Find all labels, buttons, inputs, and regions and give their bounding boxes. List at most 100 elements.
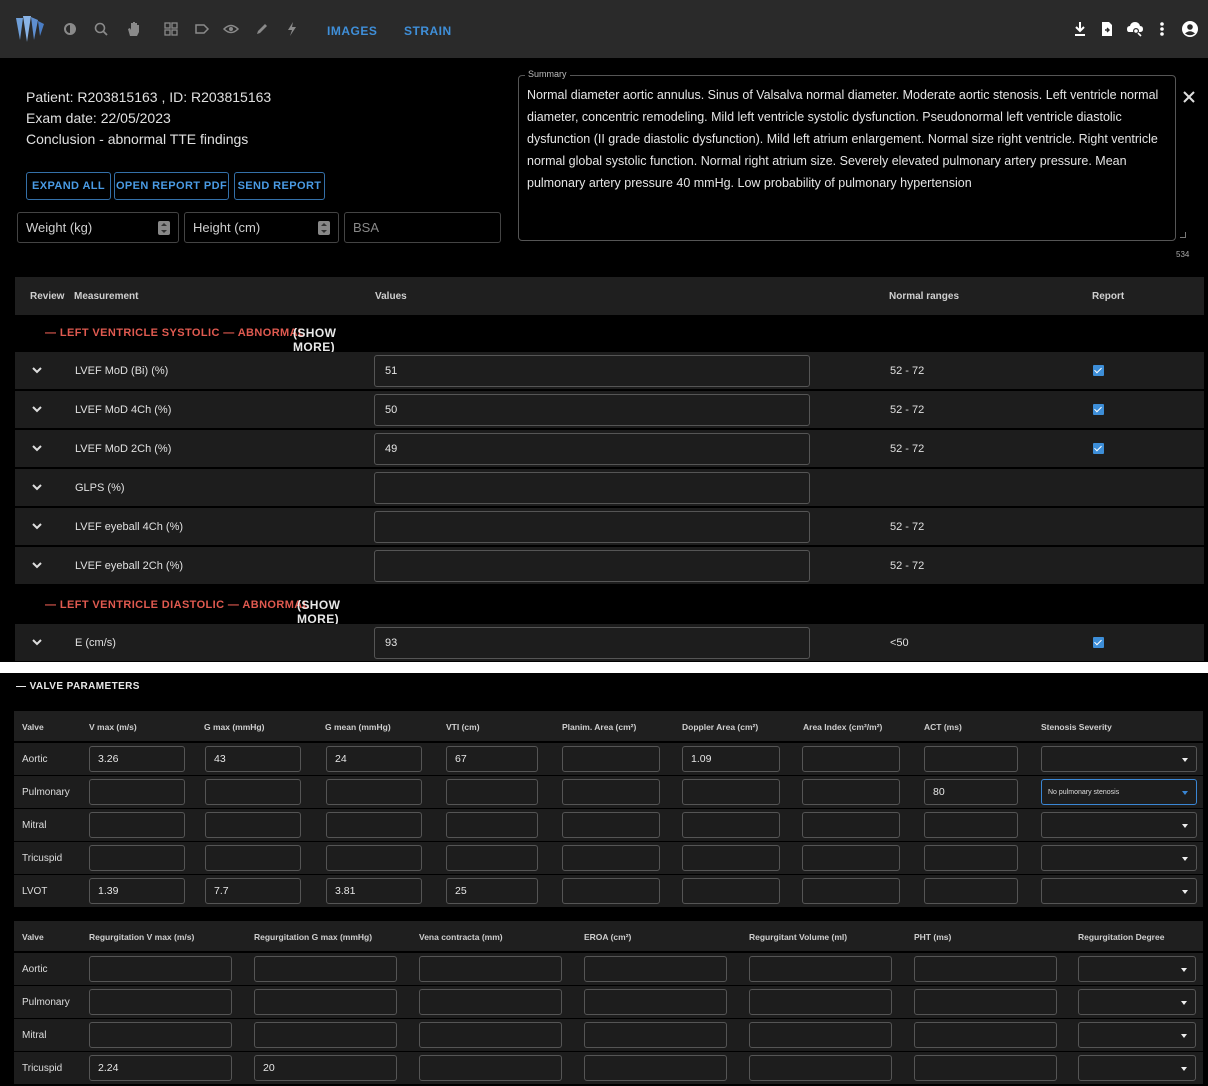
summary-text[interactable]: Normal diameter aortic annulus. Sinus of… xyxy=(527,84,1169,194)
tab-strain[interactable]: STRAIN xyxy=(404,24,452,38)
regurgitation-input[interactable] xyxy=(749,989,892,1015)
stenosis-input[interactable] xyxy=(924,746,1018,772)
stenosis-input[interactable] xyxy=(446,845,538,871)
regurgitation-input[interactable]: 20 xyxy=(254,1055,397,1081)
stenosis-input[interactable] xyxy=(924,845,1018,871)
stenosis-input[interactable] xyxy=(682,779,780,805)
regurgitation-input[interactable] xyxy=(254,989,397,1015)
chevron-down-icon[interactable] xyxy=(31,636,43,648)
stenosis-input[interactable] xyxy=(682,878,780,904)
regurgitation-input[interactable] xyxy=(584,1022,727,1048)
weight-field[interactable]: Weight (kg) xyxy=(17,212,179,243)
stenosis-input[interactable] xyxy=(802,746,900,772)
stenosis-input[interactable] xyxy=(802,845,900,871)
dropdown-arrow-icon[interactable] xyxy=(1182,890,1188,894)
stenosis-input[interactable] xyxy=(326,812,422,838)
value-input[interactable] xyxy=(374,550,810,582)
dropdown-arrow-icon[interactable] xyxy=(1181,1034,1187,1038)
stenosis-input[interactable] xyxy=(562,878,660,904)
chevron-down-icon[interactable] xyxy=(31,559,43,571)
regurgitation-input[interactable] xyxy=(419,1022,562,1048)
stenosis-input[interactable] xyxy=(802,878,900,904)
value-input[interactable]: 93 xyxy=(374,627,810,659)
regurgitation-degree-select[interactable] xyxy=(1078,1022,1196,1048)
regurgitation-input[interactable] xyxy=(419,1055,562,1081)
stenosis-input[interactable]: 67 xyxy=(446,746,538,772)
stenosis-input[interactable] xyxy=(446,812,538,838)
height-field[interactable]: Height (cm) xyxy=(184,212,339,243)
valve-section-title[interactable]: — VALVE PARAMETERS xyxy=(16,681,140,692)
dropdown-arrow-icon[interactable] xyxy=(1182,824,1188,828)
account-icon[interactable] xyxy=(1180,19,1200,39)
regurgitation-input[interactable] xyxy=(584,1055,727,1081)
stenosis-input[interactable] xyxy=(446,779,538,805)
stenosis-input[interactable] xyxy=(326,779,422,805)
regurgitation-input[interactable] xyxy=(419,989,562,1015)
chevron-down-icon[interactable] xyxy=(31,364,43,376)
stenosis-input[interactable] xyxy=(562,779,660,805)
chevron-down-icon[interactable] xyxy=(31,403,43,415)
stenosis-input[interactable] xyxy=(205,812,301,838)
stenosis-severity-select[interactable] xyxy=(1041,746,1197,772)
stenosis-input[interactable]: 1.39 xyxy=(89,878,185,904)
open-report-pdf-button[interactable]: OPEN REPORT PDF xyxy=(114,172,229,200)
pencil-icon[interactable] xyxy=(253,20,271,38)
regurgitation-input[interactable] xyxy=(749,956,892,982)
chevron-down-icon[interactable] xyxy=(31,481,43,493)
stenosis-severity-select[interactable] xyxy=(1041,878,1197,904)
regurgitation-input[interactable] xyxy=(584,989,727,1015)
expand-all-button[interactable]: EXPAND ALL xyxy=(26,172,111,200)
regurgitation-input[interactable] xyxy=(749,1055,892,1081)
report-checkbox[interactable] xyxy=(1093,365,1104,376)
stenosis-input[interactable] xyxy=(562,812,660,838)
regurgitation-input[interactable] xyxy=(914,1022,1057,1048)
label-tag-icon[interactable] xyxy=(193,20,211,38)
regurgitation-input[interactable] xyxy=(89,989,232,1015)
pan-hand-icon[interactable] xyxy=(125,20,143,38)
stenosis-input[interactable] xyxy=(89,845,185,871)
value-input[interactable]: 51 xyxy=(374,355,810,387)
regurgitation-degree-select[interactable] xyxy=(1078,956,1196,982)
stenosis-input[interactable] xyxy=(205,845,301,871)
stenosis-input[interactable]: 3.81 xyxy=(326,878,422,904)
dropdown-arrow-icon[interactable] xyxy=(1182,758,1188,762)
file-export-icon[interactable] xyxy=(1097,19,1117,39)
section-lv-diastolic[interactable]: — LEFT VENTRICLE DIASTOLIC — ABNORMAL (S… xyxy=(45,598,340,626)
summary-textarea[interactable]: Summary Normal diameter aortic annulus. … xyxy=(518,69,1176,241)
send-report-button[interactable]: SEND REPORT xyxy=(234,172,325,200)
weight-stepper-icon[interactable] xyxy=(158,221,170,235)
value-input[interactable] xyxy=(374,511,810,543)
regurgitation-input[interactable] xyxy=(584,956,727,982)
stenosis-input[interactable]: 24 xyxy=(326,746,422,772)
stenosis-input[interactable]: 25 xyxy=(446,878,538,904)
brightness-icon[interactable] xyxy=(61,20,79,38)
chevron-down-icon[interactable] xyxy=(31,520,43,532)
more-vertical-icon[interactable] xyxy=(1152,19,1172,39)
regurgitation-input[interactable] xyxy=(89,956,232,982)
regurgitation-degree-select[interactable] xyxy=(1078,989,1196,1015)
stenosis-input[interactable] xyxy=(89,779,185,805)
stenosis-severity-select[interactable] xyxy=(1041,812,1197,838)
value-input[interactable] xyxy=(374,472,810,504)
show-more-link[interactable]: (SHOW MORE) xyxy=(293,326,336,354)
dropdown-arrow-icon[interactable] xyxy=(1182,791,1188,795)
close-icon[interactable] xyxy=(1181,89,1197,105)
stenosis-input[interactable] xyxy=(326,845,422,871)
report-checkbox[interactable] xyxy=(1093,637,1104,648)
cloud-search-icon[interactable] xyxy=(1125,19,1145,39)
regurgitation-input[interactable] xyxy=(89,1022,232,1048)
dropdown-arrow-icon[interactable] xyxy=(1181,1067,1187,1071)
regurgitation-degree-select[interactable] xyxy=(1078,1055,1196,1081)
stenosis-severity-select[interactable] xyxy=(1041,845,1197,871)
regurgitation-input[interactable] xyxy=(254,956,397,982)
dropdown-arrow-icon[interactable] xyxy=(1181,968,1187,972)
show-more-link[interactable]: (SHOW MORE) xyxy=(297,598,340,626)
regurgitation-input[interactable] xyxy=(914,956,1057,982)
value-input[interactable]: 50 xyxy=(374,394,810,426)
dropdown-arrow-icon[interactable] xyxy=(1181,1001,1187,1005)
regurgitation-input[interactable]: 2.24 xyxy=(89,1055,232,1081)
stenosis-input[interactable] xyxy=(205,779,301,805)
stenosis-input[interactable]: 1.09 xyxy=(682,746,780,772)
value-input[interactable]: 49 xyxy=(374,433,810,465)
dropdown-arrow-icon[interactable] xyxy=(1182,857,1188,861)
